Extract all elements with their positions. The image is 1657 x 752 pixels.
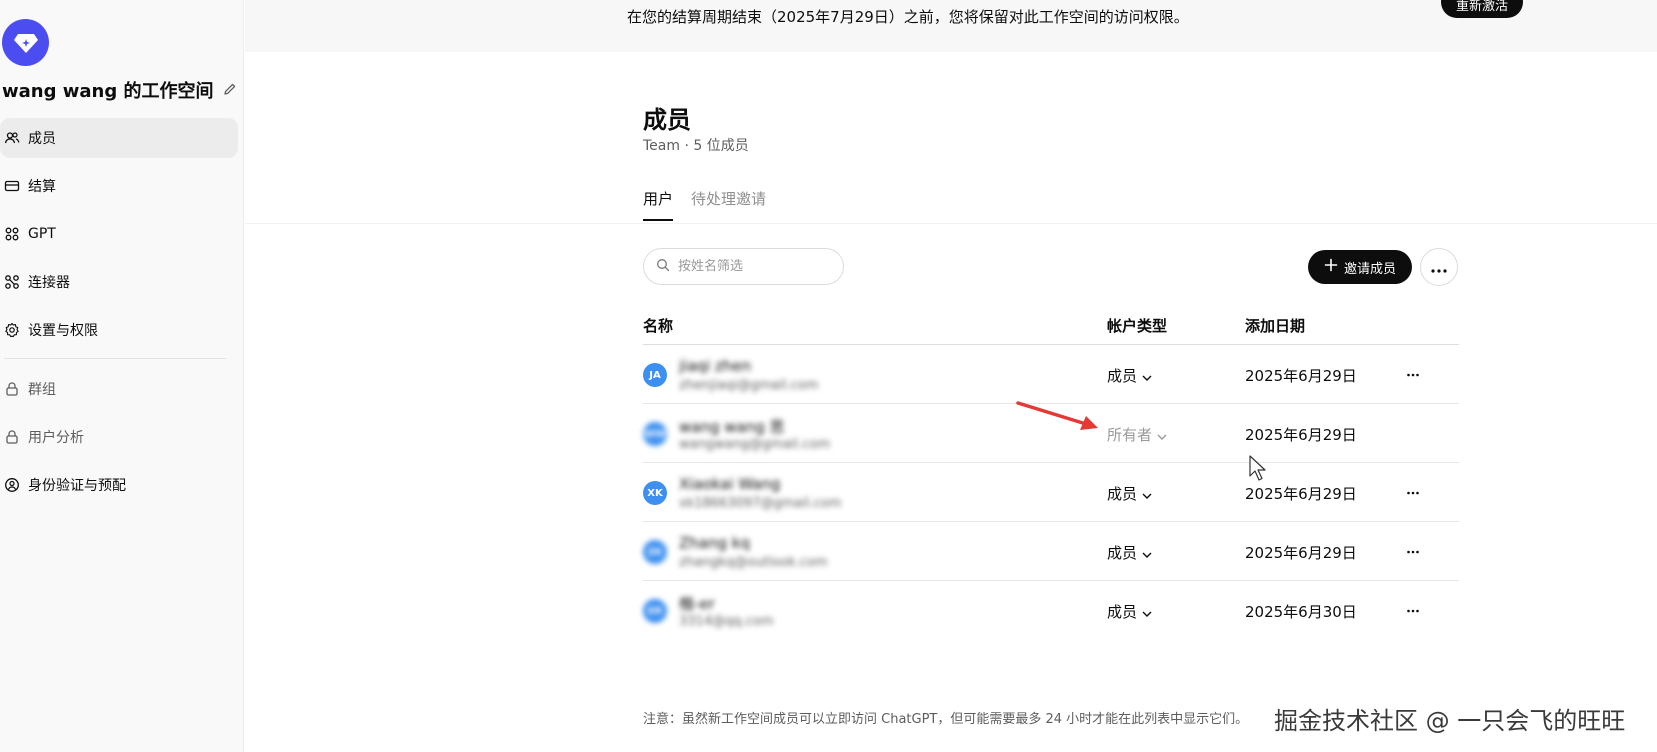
- column-header-date-added[interactable]: 添加日期: [1245, 315, 1305, 336]
- table-row: JA jiaqi zhen zhenjiaqi@gmail.com 成员 202…: [643, 345, 1459, 404]
- member-email: 3314@qq.com: [679, 614, 774, 629]
- sidebar-item-identity[interactable]: 身份验证与预配: [0, 465, 238, 505]
- sidebar-item-label: GPT: [28, 226, 56, 242]
- lock-icon: [4, 429, 20, 445]
- annotation-arrow-icon: [1016, 401, 1098, 430]
- workspace-logo-icon[interactable]: [2, 19, 49, 66]
- search-box: [643, 248, 844, 285]
- member-email: zhenjiaqi@gmail.com: [679, 378, 819, 393]
- sidebar-item-label: 身份验证与预配: [28, 478, 126, 494]
- workspace-title: wang wang 的工作空间: [2, 77, 239, 103]
- page-title: 成员: [643, 106, 691, 134]
- sidebar-divider: [4, 358, 226, 359]
- connector-icon: [4, 274, 20, 290]
- sidebar-nav: 成员 结算 GPT 连接器 设置与权限 群组 用户分析 身份验证与预配: [0, 118, 238, 513]
- sidebar-item-label: 用户分析: [28, 430, 84, 446]
- sidebar: wang wang 的工作空间 成员 结算 GPT 连接器 设置与权限 群组 用…: [0, 0, 244, 752]
- chevron-down-icon: [1142, 603, 1152, 621]
- sidebar-item-label: 设置与权限: [28, 323, 98, 339]
- row-more-icon[interactable]: [1403, 483, 1423, 503]
- sidebar-item-gpt[interactable]: GPT: [0, 214, 238, 254]
- role-label: 成员: [1107, 544, 1138, 562]
- table-row: ZK Zhang kq zhangkq@outlook.com 成员 2025年…: [643, 522, 1459, 581]
- invite-member-button[interactable]: 邀请成员: [1308, 250, 1412, 284]
- sidebar-item-groups[interactable]: 群组: [0, 369, 238, 409]
- billing-banner: 在您的结算周期结束（2025年7月29日）之前，您将保留对此工作空间的访问权限。…: [245, 0, 1657, 52]
- reactivate-button[interactable]: 重新激活: [1441, 0, 1523, 18]
- date-added: 2025年6月29日: [1245, 367, 1357, 385]
- search-input[interactable]: [678, 259, 828, 274]
- date-added: 2025年6月29日: [1245, 485, 1357, 503]
- sidebar-item-user-analytics[interactable]: 用户分析: [0, 417, 238, 457]
- member-name: 楷-er: [679, 595, 715, 613]
- role-dropdown[interactable]: 成员: [1107, 483, 1152, 504]
- chevron-down-icon: [1142, 485, 1152, 503]
- avatar: JA: [643, 363, 667, 387]
- role-dropdown: 所有者: [1107, 424, 1167, 445]
- card-icon: [4, 178, 20, 194]
- role-dropdown[interactable]: 成员: [1107, 601, 1152, 622]
- sidebar-item-label: 连接器: [28, 275, 70, 291]
- pencil-icon[interactable]: [223, 82, 239, 98]
- avatar: WW: [643, 422, 667, 446]
- row-more-icon[interactable]: [1403, 365, 1423, 385]
- sidebar-item-members[interactable]: 成员: [0, 118, 238, 158]
- member-email: xk18663097@gmail.com: [679, 496, 842, 511]
- banner-text: 在您的结算周期结束（2025年7月29日）之前，您将保留对此工作空间的访问权限。: [627, 8, 1189, 26]
- shield-user-icon: [4, 477, 20, 493]
- table-row: XK Xiaokai Wang xk18663097@gmail.com 成员 …: [643, 463, 1459, 522]
- role-label: 成员: [1107, 367, 1138, 385]
- sidebar-item-settings[interactable]: 设置与权限: [0, 310, 238, 350]
- tab-users[interactable]: 用户: [643, 188, 674, 221]
- member-email: wangwang@gmail.com: [679, 437, 831, 452]
- mouse-cursor-icon: [1249, 455, 1266, 481]
- date-added: 2025年6月29日: [1245, 426, 1357, 444]
- avatar: ER: [643, 599, 667, 623]
- plus-icon: [1324, 258, 1338, 276]
- sidebar-item-label: 群组: [28, 382, 56, 398]
- watermark: 掘金技术社区 @ 一只会飞的旺旺: [1274, 707, 1626, 735]
- date-added: 2025年6月29日: [1245, 544, 1357, 562]
- tab-pending-invites[interactable]: 待处理邀请: [691, 188, 766, 221]
- member-name: jiaqi zhen: [679, 357, 752, 375]
- role-label: 所有者: [1107, 426, 1153, 444]
- member-email: zhangkq@outlook.com: [679, 555, 828, 570]
- member-name: Zhang kq: [679, 534, 750, 552]
- role-label: 成员: [1107, 485, 1138, 503]
- app-root: wang wang 的工作空间 成员 结算 GPT 连接器 设置与权限 群组 用…: [0, 0, 1657, 752]
- page-subtitle: Team · 5 位成员: [643, 138, 749, 154]
- users-icon: [4, 130, 20, 146]
- row-more-icon[interactable]: [1403, 542, 1423, 562]
- role-dropdown[interactable]: 成员: [1107, 542, 1152, 563]
- lock-icon: [4, 381, 20, 397]
- row-more-icon[interactable]: [1403, 601, 1423, 621]
- invite-member-label: 邀请成员: [1343, 261, 1396, 277]
- workspace-name: wang wang 的工作空间: [2, 81, 214, 102]
- member-tabs: 用户 待处理邀请: [643, 188, 766, 221]
- member-name: Xiaokai Wang: [679, 475, 781, 493]
- chevron-down-icon: [1157, 426, 1167, 444]
- more-horizontal-icon: [1431, 258, 1447, 277]
- avatar: ZK: [643, 540, 667, 564]
- search-icon: [656, 257, 670, 276]
- tabs-divider: [245, 223, 1657, 224]
- chevron-down-icon: [1142, 367, 1152, 385]
- table-row: ER 楷-er 3314@qq.com 成员 2025年6月30日: [643, 581, 1459, 640]
- avatar: XK: [643, 481, 667, 505]
- role-dropdown[interactable]: 成员: [1107, 365, 1152, 386]
- sidebar-item-billing[interactable]: 结算: [0, 166, 238, 206]
- gear-icon: [4, 322, 20, 338]
- chevron-down-icon: [1142, 544, 1152, 562]
- footnote: 注意：虽然新工作空间成员可以立即访问 ChatGPT，但可能需要最多 24 小时…: [643, 712, 1249, 727]
- sidebar-item-connectors[interactable]: 连接器: [0, 262, 238, 302]
- sidebar-item-label: 结算: [28, 179, 56, 195]
- role-label: 成员: [1107, 603, 1138, 621]
- date-added: 2025年6月30日: [1245, 603, 1357, 621]
- member-name: wang wang 思: [679, 418, 785, 436]
- grid-icon: [4, 226, 20, 242]
- column-header-name[interactable]: 名称: [643, 315, 673, 336]
- column-header-account-type[interactable]: 帐户类型: [1107, 315, 1167, 336]
- sidebar-item-label: 成员: [28, 131, 56, 147]
- more-options-button[interactable]: [1420, 248, 1458, 286]
